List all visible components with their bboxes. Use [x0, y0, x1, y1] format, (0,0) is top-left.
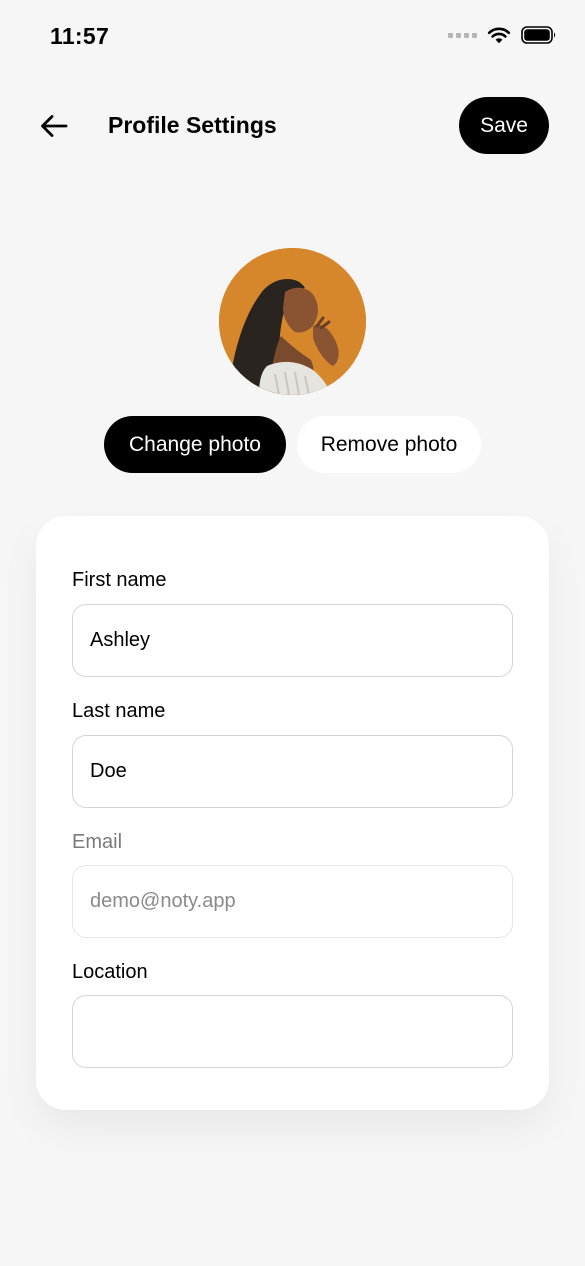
remove-photo-button[interactable]: Remove photo [297, 416, 481, 473]
location-input[interactable] [72, 995, 513, 1068]
header: Profile Settings Save [0, 96, 585, 154]
change-photo-button[interactable]: Change photo [104, 416, 286, 473]
page-title: Profile Settings [108, 112, 277, 138]
location-label: Location [72, 961, 148, 983]
photo-actions: Change photo Remove photo [0, 416, 585, 474]
avatar [219, 248, 366, 395]
email-label: Email [72, 831, 123, 853]
last-name-input[interactable] [72, 735, 513, 808]
first-name-label: First name [72, 569, 167, 591]
email-input [72, 865, 513, 938]
profile-form-card: First name Last name Email Location [36, 516, 549, 1110]
status-time: 11:57 [50, 23, 110, 49]
signal-icon [448, 32, 477, 38]
profile-photo [219, 248, 366, 395]
last-name-label: Last name [72, 700, 166, 722]
status-bar: 11:57 [0, 0, 585, 76]
back-button[interactable] [34, 106, 74, 146]
save-button[interactable]: Save [459, 97, 549, 154]
battery-icon [521, 26, 556, 44]
wifi-icon [487, 27, 511, 44]
status-icons [448, 26, 557, 44]
first-name-input[interactable] [72, 604, 513, 677]
arrow-left-icon [41, 115, 68, 137]
